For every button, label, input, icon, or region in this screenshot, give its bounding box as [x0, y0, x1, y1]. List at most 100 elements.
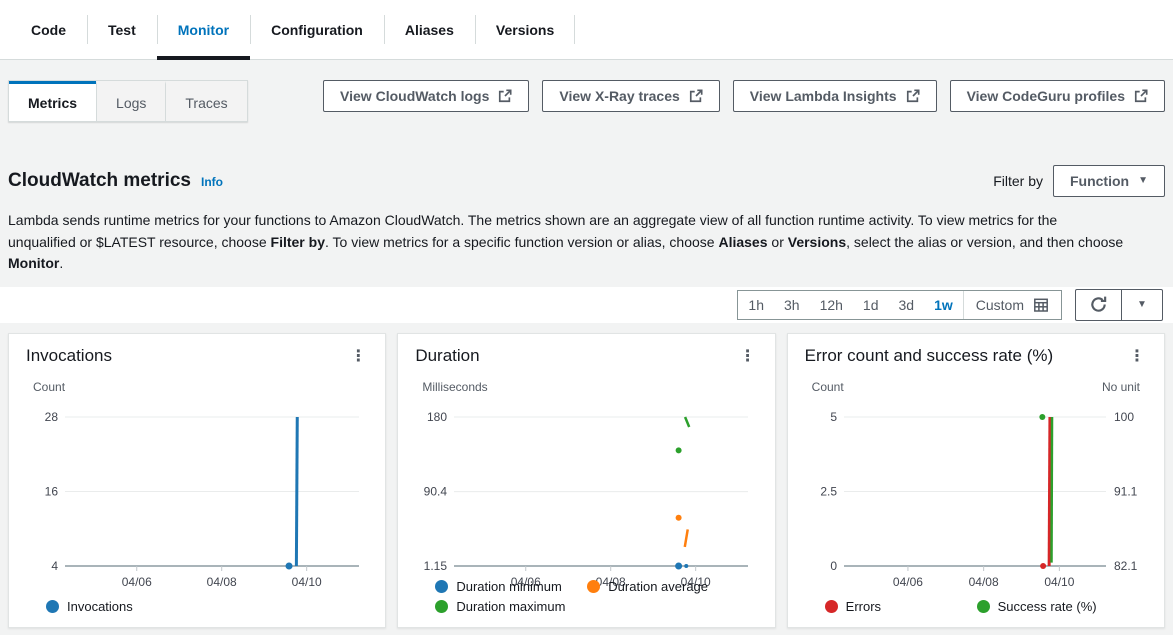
- chart-card-error-success-rate: Error count and success rate (%) ⋮ Count…: [787, 333, 1165, 628]
- svg-text:5: 5: [830, 410, 837, 424]
- svg-text:0: 0: [830, 559, 837, 573]
- legend-color-dot: [977, 600, 990, 613]
- svg-text:100: 100: [1114, 410, 1134, 424]
- tab-monitor[interactable]: Monitor: [157, 0, 250, 59]
- time-option-1w[interactable]: 1w: [924, 291, 963, 319]
- legend-item[interactable]: Duration average: [587, 579, 758, 594]
- legend-color-dot: [825, 600, 838, 613]
- subtab-logs[interactable]: Logs: [96, 81, 165, 121]
- legend-color-dot: [435, 580, 448, 593]
- tab-code[interactable]: Code: [10, 0, 87, 59]
- time-option-1d[interactable]: 1d: [853, 291, 889, 319]
- kebab-menu-button[interactable]: ⋮: [733, 346, 763, 368]
- subtab-metrics[interactable]: Metrics: [9, 81, 96, 121]
- subtab-traces[interactable]: Traces: [165, 81, 246, 121]
- kebab-menu-button[interactable]: ⋮: [1122, 346, 1152, 368]
- metrics-description: Lambda sends runtime metrics for your fu…: [8, 210, 1125, 275]
- axis-unit-left: Count: [812, 380, 844, 394]
- chart-plot: 28 16 4 04/06 04/08 04/10: [25, 396, 369, 591]
- view-lambda-insights-button[interactable]: View Lambda Insights: [733, 80, 937, 112]
- chart-title: Invocations: [26, 346, 112, 366]
- axis-unit-right: No unit: [1102, 380, 1140, 394]
- tab-test[interactable]: Test: [87, 0, 157, 59]
- svg-text:16: 16: [45, 484, 59, 498]
- tab-configuration[interactable]: Configuration: [250, 0, 384, 59]
- custom-range-button[interactable]: Custom: [963, 291, 1061, 319]
- function-nav-tabs: Code Test Monitor Configuration Aliases …: [0, 0, 1173, 60]
- chart-card-invocations: Invocations ⋮ Count 2816404/0604/0804/10…: [8, 333, 386, 628]
- svg-text:4: 4: [51, 559, 58, 573]
- svg-text:82.1: 82.1: [1114, 559, 1138, 573]
- tab-aliases[interactable]: Aliases: [384, 0, 475, 59]
- axis-unit-left: Milliseconds: [422, 380, 487, 394]
- tab-label: Code: [31, 22, 66, 38]
- chart-title: Duration: [415, 346, 479, 366]
- legend-item[interactable]: Errors: [825, 599, 977, 614]
- external-actions: View CloudWatch logs View X-Ray traces V…: [323, 80, 1165, 112]
- refresh-button[interactable]: [1076, 290, 1121, 320]
- external-link-icon: [1134, 89, 1148, 103]
- svg-text:04/06: 04/06: [122, 575, 152, 588]
- monitor-subtabs: Metrics Logs Traces: [8, 80, 248, 122]
- calendar-icon: [1033, 297, 1049, 313]
- legend-item[interactable]: Duration minimum: [435, 579, 587, 594]
- active-tab-underline: [157, 56, 250, 60]
- kebab-menu-button[interactable]: ⋮: [343, 346, 373, 368]
- custom-label: Custom: [976, 297, 1024, 313]
- chart-card-duration: Duration ⋮ Milliseconds 18090.41.1504/06…: [397, 333, 775, 628]
- dropdown-value: Function: [1070, 173, 1129, 189]
- time-option-3d[interactable]: 3d: [889, 291, 925, 319]
- tab-label: Monitor: [178, 22, 229, 38]
- legend-label: Errors: [846, 599, 881, 614]
- tab-label: Configuration: [271, 22, 363, 38]
- legend-item[interactable]: Invocations: [46, 599, 369, 614]
- view-xray-traces-button[interactable]: View X-Ray traces: [542, 80, 719, 112]
- info-link[interactable]: Info: [201, 175, 223, 189]
- tab-label: Aliases: [405, 22, 454, 38]
- time-option-3h[interactable]: 3h: [774, 291, 810, 319]
- svg-text:28: 28: [45, 410, 59, 424]
- chart-plot: 18090.41.1504/0604/0804/10: [414, 396, 758, 591]
- tab-versions[interactable]: Versions: [475, 0, 575, 59]
- svg-text:04/10: 04/10: [1044, 575, 1074, 588]
- legend-label: Success rate (%): [998, 599, 1097, 614]
- external-link-icon: [689, 89, 703, 103]
- chart-legend: Invocations: [46, 594, 369, 614]
- legend-label: Duration maximum: [456, 599, 565, 614]
- chart-legend: Duration minimum Duration average Duration…: [435, 574, 758, 614]
- time-option-12h[interactable]: 12h: [810, 291, 853, 319]
- tab-label: Test: [108, 22, 136, 38]
- chart-legend: Errors Success rate (%): [825, 594, 1148, 614]
- external-link-icon: [906, 89, 920, 103]
- chart-title: Error count and success rate (%): [805, 346, 1053, 366]
- function-filter-dropdown[interactable]: Function ▼: [1053, 165, 1165, 197]
- view-codeguru-profiles-button[interactable]: View CodeGuru profiles: [950, 80, 1165, 112]
- refresh-icon: [1089, 295, 1108, 314]
- button-label: View CodeGuru profiles: [967, 88, 1125, 104]
- svg-text:180: 180: [427, 410, 447, 424]
- svg-text:04/10: 04/10: [292, 575, 322, 588]
- button-label: View Lambda Insights: [750, 88, 897, 104]
- tab-label: Versions: [496, 22, 554, 38]
- chart-plot: 51002.591.1082.104/0604/0804/10: [804, 396, 1148, 591]
- view-cloudwatch-logs-button[interactable]: View CloudWatch logs: [323, 80, 529, 112]
- legend-item[interactable]: Duration maximum: [435, 599, 758, 614]
- legend-item[interactable]: Success rate (%): [977, 599, 1148, 614]
- caret-down-icon: ▼: [1138, 176, 1148, 186]
- page-title: CloudWatch metrics Info: [8, 170, 223, 192]
- time-range-group: 1h 3h 12h 1d 3d 1w Custom: [737, 290, 1062, 320]
- filter-by-label: Filter by: [993, 173, 1043, 189]
- cloudwatch-metrics-heading: CloudWatch metrics: [8, 170, 191, 192]
- svg-text:04/08: 04/08: [968, 575, 998, 588]
- button-label: View X-Ray traces: [559, 88, 679, 104]
- legend-label: Duration minimum: [456, 579, 561, 594]
- svg-text:1.15: 1.15: [424, 559, 448, 573]
- caret-down-icon: ▼: [1137, 299, 1147, 310]
- svg-text:04/08: 04/08: [207, 575, 237, 588]
- external-link-icon: [498, 89, 512, 103]
- legend-color-dot: [587, 580, 600, 593]
- auto-refresh-caret-button[interactable]: ▼: [1121, 290, 1162, 320]
- time-option-1h[interactable]: 1h: [738, 291, 774, 319]
- refresh-split-button: ▼: [1075, 289, 1163, 321]
- svg-text:91.1: 91.1: [1114, 484, 1138, 498]
